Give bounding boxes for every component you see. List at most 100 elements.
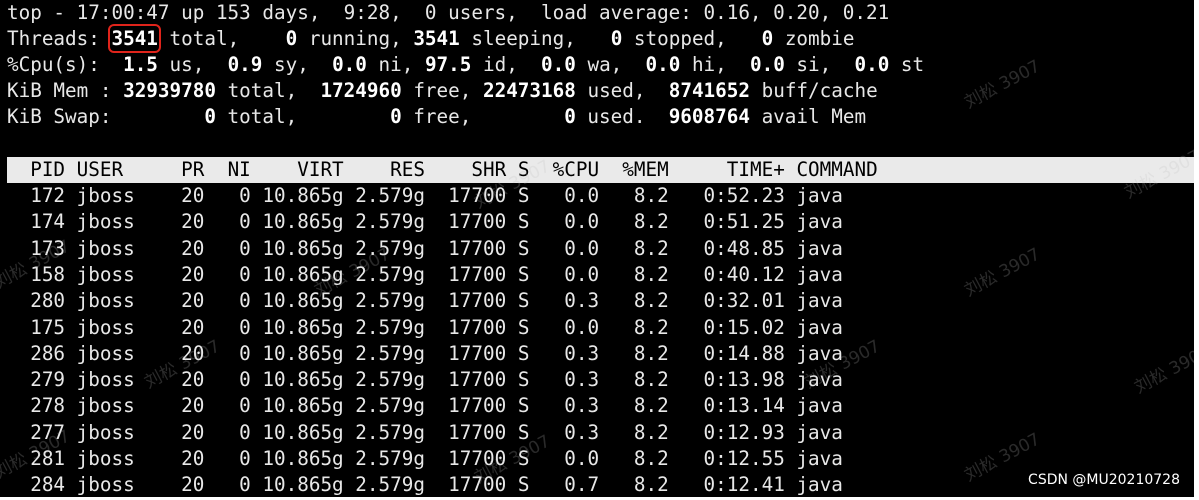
cell-pr: 20	[181, 368, 205, 392]
cell-s: S	[517, 236, 530, 260]
cell-s: S	[517, 289, 530, 313]
cell-shr: 17700	[436, 210, 507, 234]
cell-user: jboss	[76, 184, 182, 207]
cell-virt: 10.865g	[262, 341, 344, 365]
process-row[interactable]: 277 jboss 20 0 10.865g 2.579g 17700 S 0.…	[7, 420, 878, 446]
cell-cpu: 0.3	[541, 289, 600, 313]
cell-res: 2.579g	[355, 184, 425, 207]
mem-buff-label: buff/cache	[750, 79, 878, 102]
swap-free-label: free,	[401, 105, 565, 128]
swap-total: 0	[204, 105, 216, 128]
cell-pid: 173	[7, 236, 66, 260]
cpu-si: 0.0	[750, 53, 785, 76]
cpu-wa: 0.0	[541, 53, 576, 76]
threads-total-highlighted: 3541	[108, 24, 161, 53]
cell-mem: 8.2	[610, 262, 669, 286]
cell-res: 2.579g	[355, 420, 425, 444]
cell-res: 2.579g	[355, 236, 425, 260]
cell-pr: 20	[181, 447, 205, 470]
cell-pr: 20	[181, 420, 205, 444]
cell-ni: 0	[215, 341, 251, 365]
cell-mem: 8.2	[610, 210, 669, 234]
cell-virt: 10.865g	[262, 420, 344, 444]
process-row[interactable]: 284 jboss 20 0 10.865g 2.579g 17700 S 0.…	[7, 472, 878, 497]
cell-cpu: 0.0	[541, 236, 600, 260]
column-header-pid: PID	[7, 158, 66, 181]
cpu-us-label: us,	[157, 53, 228, 76]
cell-pid: 281	[7, 447, 66, 470]
process-row[interactable]: 280 jboss 20 0 10.865g 2.579g 17700 S 0.…	[7, 288, 878, 314]
cell-virt: 10.865g	[262, 184, 344, 207]
process-table-header: PID USER PR NI VIRT RES SHR S %CPU %MEM …	[7, 157, 1194, 183]
process-row[interactable]: 174 jboss 20 0 10.865g 2.579g 17700 S 0.…	[7, 209, 878, 235]
process-row[interactable]: 279 jboss 20 0 10.865g 2.579g 17700 S 0.…	[7, 367, 878, 393]
cell-cpu: 0.0	[541, 447, 600, 470]
cell-ni: 0	[215, 262, 251, 286]
cell-cpu: 0.0	[541, 184, 600, 207]
cell-pr: 20	[181, 315, 205, 339]
process-row[interactable]: 173 jboss 20 0 10.865g 2.579g 17700 S 0.…	[7, 236, 878, 262]
swap-avail-label: avail Mem	[749, 105, 867, 128]
cell-virt: 10.865g	[262, 262, 344, 286]
cpu-hi: 0.0	[645, 53, 681, 76]
cpu-sy-label: sy,	[262, 53, 333, 76]
cell-virt: 10.865g	[262, 236, 344, 260]
mem-used: 22473168	[482, 79, 576, 102]
cell-ni: 0	[215, 473, 251, 497]
cell-res: 2.579g	[355, 315, 425, 339]
column-header-virt: VIRT	[262, 158, 344, 181]
cell-cpu: 0.3	[541, 420, 600, 444]
watermark: 刘松 3907	[961, 244, 1044, 301]
mem-total-label: total,	[215, 79, 321, 102]
cell-time: 0:40.12	[680, 262, 785, 286]
cell-mem: 8.2	[610, 420, 669, 444]
process-row[interactable]: 286 jboss 20 0 10.865g 2.579g 17700 S 0.…	[7, 341, 878, 367]
cell-ni: 0	[215, 447, 251, 470]
process-row[interactable]: 281 jboss 20 0 10.865g 2.579g 17700 S 0.…	[7, 446, 878, 472]
cell-command: java	[796, 289, 878, 313]
mem-total: 32939780	[123, 79, 216, 102]
cell-user: jboss	[76, 394, 182, 418]
column-header-s: S	[517, 158, 530, 181]
cell-command: java	[796, 447, 878, 470]
process-row[interactable]: 158 jboss 20 0 10.865g 2.579g 17700 S 0.…	[7, 262, 878, 288]
cell-time: 0:52.23	[680, 184, 785, 207]
watermark: 刘松 3907	[961, 56, 1044, 113]
process-row[interactable]: 175 jboss 20 0 10.865g 2.579g 17700 S 0.…	[7, 315, 878, 341]
cell-user: jboss	[76, 289, 182, 313]
cell-pid: 279	[7, 368, 66, 392]
swap-used-label: used.	[575, 105, 669, 128]
column-header-cpu: %CPU	[541, 158, 600, 181]
cell-ni: 0	[215, 210, 251, 234]
column-header-time: TIME+	[680, 158, 785, 181]
cell-pid: 158	[7, 262, 66, 286]
cell-time: 0:12.41	[680, 473, 785, 497]
cell-cpu: 0.0	[541, 210, 600, 234]
threads-prefix: Threads:	[7, 27, 112, 50]
cell-ni: 0	[215, 315, 251, 339]
swap-avail-mem: 9608764	[668, 105, 750, 128]
cell-time: 0:12.93	[680, 420, 785, 444]
column-header-res: RES	[355, 158, 425, 181]
mem-free-label: free,	[401, 79, 483, 102]
cell-shr: 17700	[436, 447, 507, 470]
cell-pr: 20	[181, 236, 205, 260]
terminal-window[interactable]: top - 17:00:47 up 153 days, 9:28, 0 user…	[0, 0, 1194, 497]
process-row[interactable]: 172 jboss 20 0 10.865g 2.579g 17700 S 0.…	[7, 183, 878, 209]
threads-line: Threads: 3541 total, 0 running, 3541 sle…	[7, 24, 854, 53]
mem-free: 1724960	[320, 79, 402, 102]
cell-res: 2.579g	[355, 341, 425, 365]
threads-sleeping-label: sleeping,	[459, 27, 611, 50]
cpu-st: 0.0	[854, 53, 890, 76]
cell-res: 2.579g	[355, 394, 425, 418]
cpu-line: %Cpu(s): 1.5 us, 0.9 sy, 0.0 ni, 97.5 id…	[7, 52, 924, 78]
cell-command: java	[796, 262, 878, 286]
cell-pid: 277	[7, 420, 66, 444]
cpu-st-label: st	[889, 53, 925, 76]
cell-pr: 20	[181, 184, 205, 207]
cell-mem: 8.2	[610, 394, 669, 418]
cell-time: 0:51.25	[680, 210, 785, 234]
process-row[interactable]: 278 jboss 20 0 10.865g 2.579g 17700 S 0.…	[7, 393, 878, 419]
cell-pr: 20	[181, 341, 205, 365]
cell-command: java	[796, 341, 878, 365]
